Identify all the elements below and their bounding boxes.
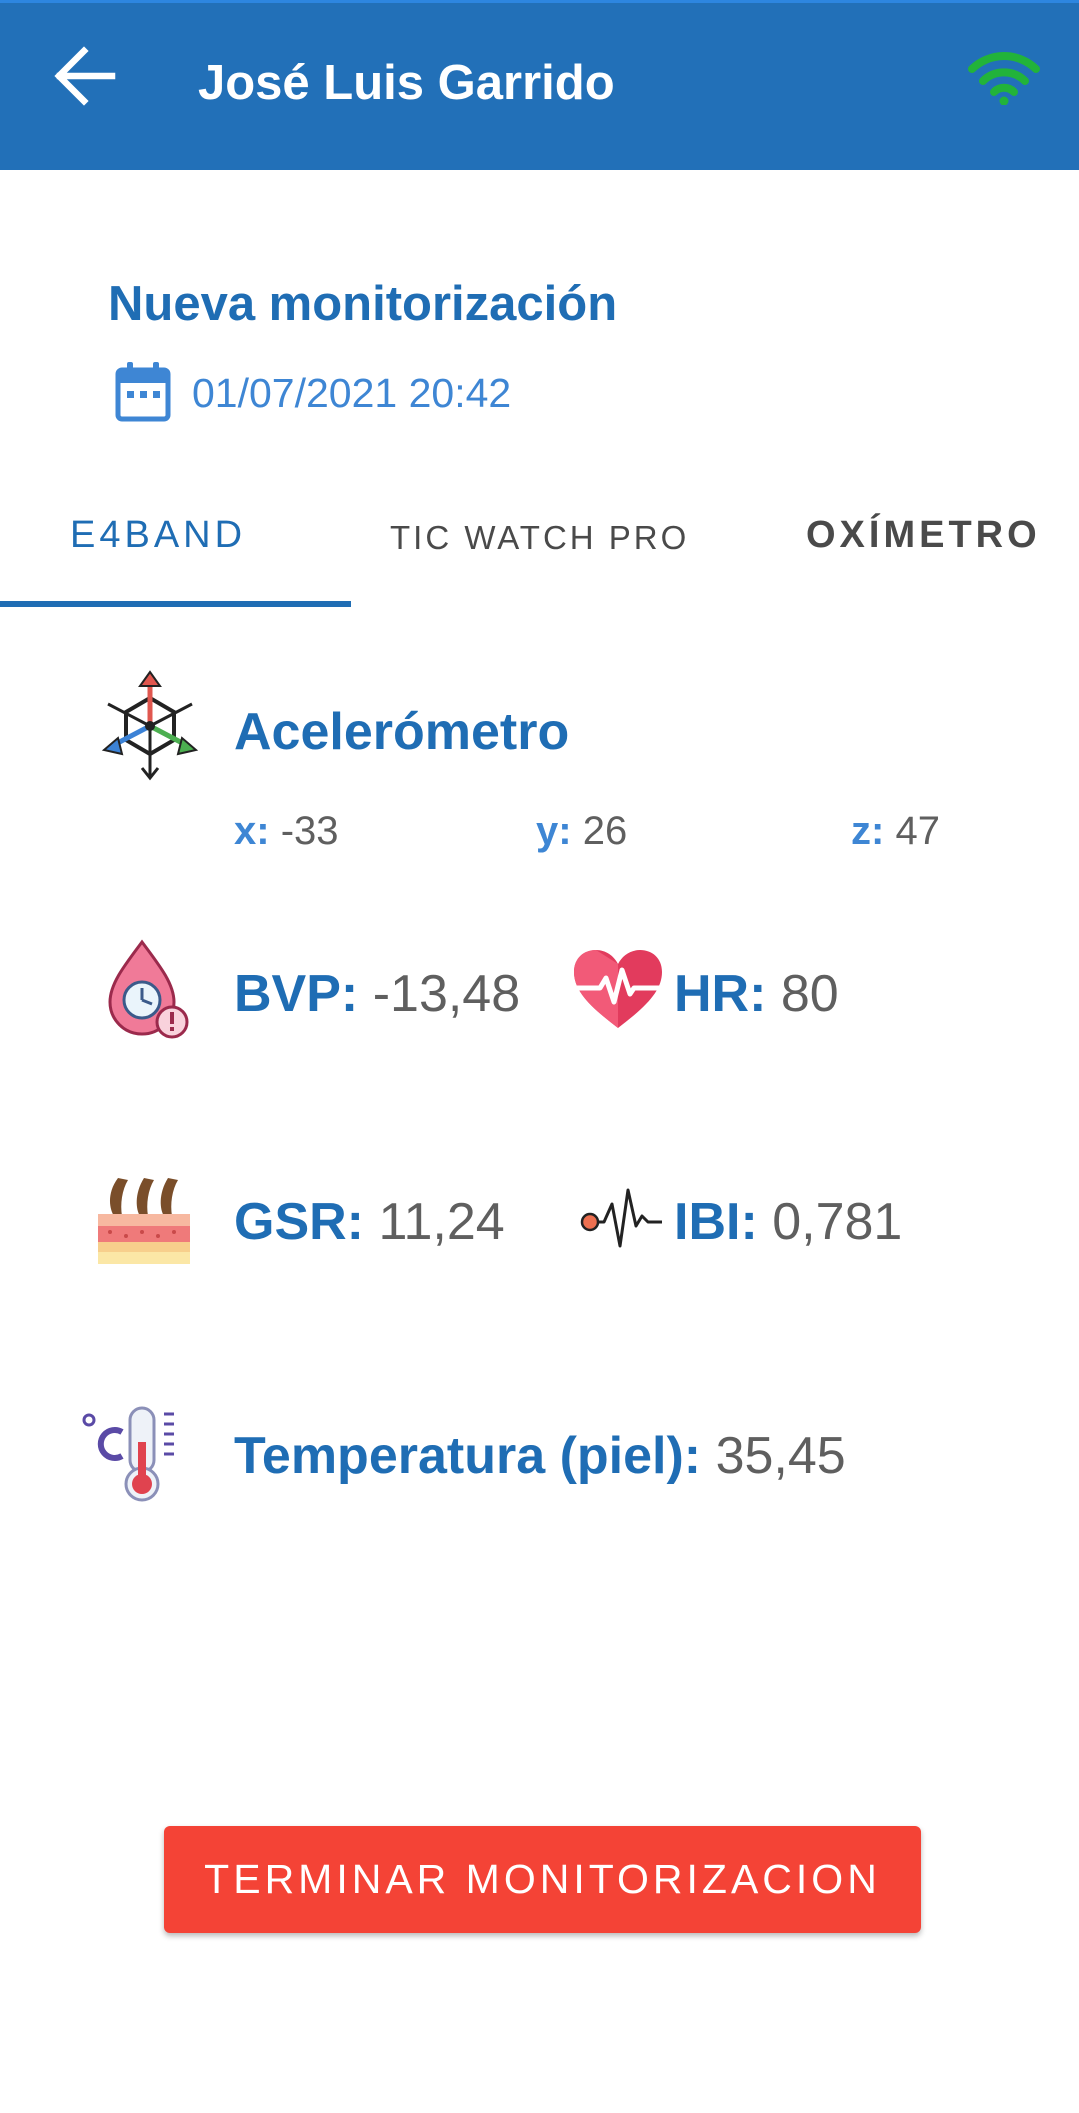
device-tabs: E4BAND TIC WATCH PRO OXÍMETRO bbox=[0, 480, 1079, 610]
temperature-value: 35,45 bbox=[715, 1427, 846, 1485]
thermometer-icon bbox=[82, 1406, 174, 1502]
gsr-metric: GSR: 11,24 bbox=[234, 1190, 505, 1254]
blood-drop-icon bbox=[108, 939, 189, 1039]
temperature-metric: Temperatura (piel): 35,45 bbox=[234, 1424, 846, 1488]
tab-indicator bbox=[0, 601, 351, 607]
accel-y-label: y: bbox=[536, 809, 572, 853]
accel-z-value: 47 bbox=[895, 809, 940, 853]
tab-oximetro[interactable]: OXÍMETRO bbox=[806, 510, 1041, 560]
app-bar: José Luis Garrido bbox=[0, 0, 1079, 170]
ibi-label: IBI: bbox=[674, 1193, 758, 1251]
hr-label: HR: bbox=[674, 965, 767, 1023]
accel-y: y: 26 bbox=[536, 806, 627, 856]
ibi-metric: IBI: 0,781 bbox=[674, 1190, 902, 1254]
accel-z: z: 47 bbox=[851, 806, 940, 856]
accel-x: x: -33 bbox=[234, 806, 339, 856]
calendar-icon bbox=[115, 362, 171, 422]
accel-z-label: z: bbox=[851, 809, 885, 853]
monitoring-title: Nueva monitorización bbox=[108, 277, 618, 331]
end-monitoring-button[interactable]: TERMINAR MONITORIZACION bbox=[164, 1826, 921, 1933]
gsr-value: 11,24 bbox=[378, 1193, 505, 1251]
hr-value: 80 bbox=[780, 965, 839, 1023]
hr-metric: HR: 80 bbox=[674, 962, 839, 1026]
wifi-icon bbox=[968, 52, 1040, 105]
gsr-label: GSR: bbox=[234, 1193, 364, 1251]
accel-x-label: x: bbox=[234, 809, 270, 853]
accel-x-value: -33 bbox=[280, 809, 339, 853]
ibi-value: 0,781 bbox=[772, 1193, 903, 1251]
arrow-back-icon[interactable] bbox=[50, 41, 120, 111]
monitoring-datetime: 01/07/2021 20:42 bbox=[192, 370, 512, 416]
temperature-label: Temperatura (piel): bbox=[234, 1427, 702, 1485]
skin-icon bbox=[98, 1178, 190, 1264]
tab-tic-watch-pro[interactable]: TIC WATCH PRO bbox=[390, 513, 689, 563]
tab-e4band[interactable]: E4BAND bbox=[70, 510, 246, 560]
accelerometer-title: Acelerómetro bbox=[234, 703, 570, 761]
accelerometer-icon bbox=[101, 670, 199, 781]
page-title: José Luis Garrido bbox=[198, 56, 615, 110]
bvp-metric: BVP: -13,48 bbox=[234, 962, 520, 1026]
bvp-label: BVP: bbox=[234, 965, 359, 1023]
pulse-wave-icon bbox=[580, 1188, 662, 1248]
bvp-value: -13,48 bbox=[372, 965, 521, 1023]
heart-rate-icon bbox=[574, 950, 662, 1028]
accel-y-value: 26 bbox=[582, 809, 628, 853]
